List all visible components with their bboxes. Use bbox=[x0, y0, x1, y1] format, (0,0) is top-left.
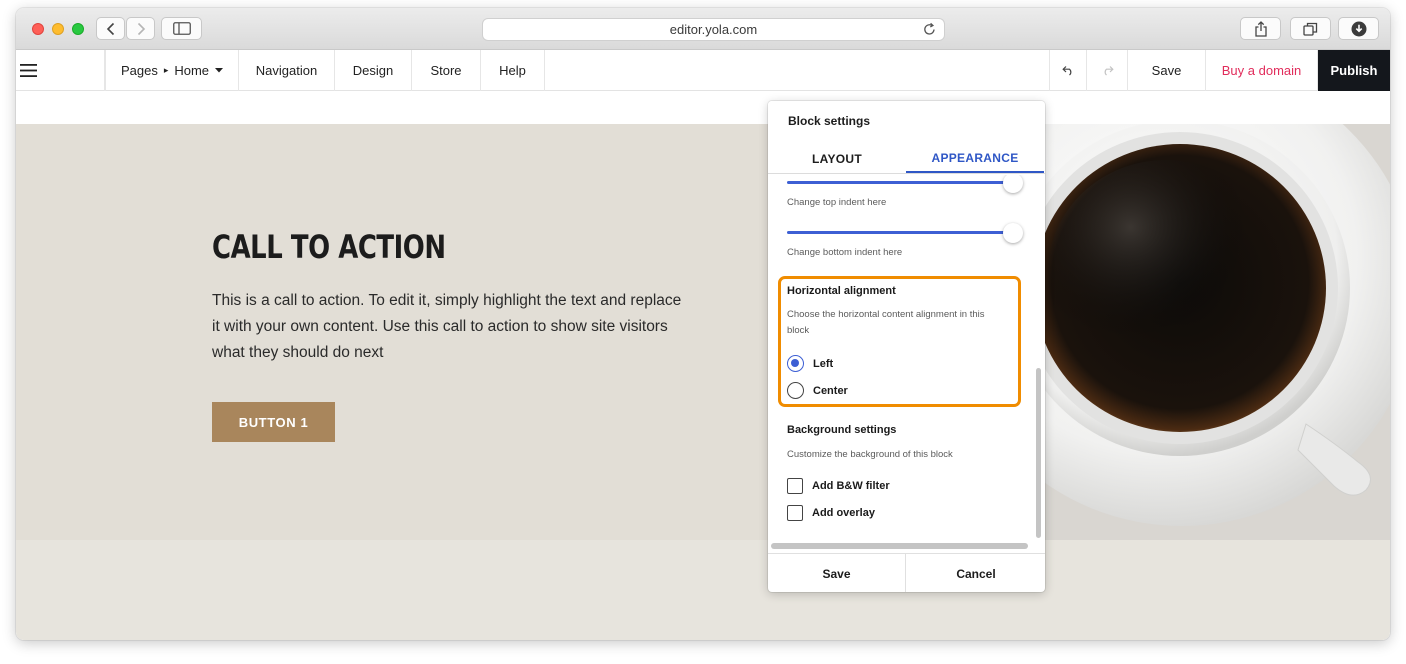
nav-navigation-label: Navigation bbox=[255, 63, 318, 78]
overlay-label: Add overlay bbox=[812, 507, 875, 519]
horizontal-scrollbar[interactable] bbox=[771, 543, 1028, 549]
menu-button[interactable] bbox=[16, 50, 105, 91]
radio-button-selected[interactable] bbox=[787, 355, 804, 372]
download-icon bbox=[1351, 21, 1366, 36]
bottom-indent-hint: Change bottom indent here bbox=[787, 247, 903, 258]
cta-title[interactable]: CALL TO ACTION bbox=[212, 228, 446, 266]
overlay-option[interactable]: Add overlay bbox=[787, 505, 875, 521]
downloads-button[interactable] bbox=[1338, 17, 1379, 40]
undo-button[interactable] bbox=[1049, 50, 1087, 91]
buy-domain-label: Buy a domain bbox=[1221, 63, 1302, 78]
pages-label: Pages bbox=[120, 63, 158, 78]
panel-footer: Save Cancel bbox=[768, 553, 1045, 592]
slider-track bbox=[787, 231, 1005, 234]
nav-store[interactable]: Store bbox=[412, 50, 481, 91]
forward-button[interactable] bbox=[126, 17, 155, 40]
share-icon bbox=[1254, 20, 1267, 37]
slider-track bbox=[787, 181, 1005, 184]
buy-domain-button[interactable]: Buy a domain bbox=[1206, 50, 1318, 91]
redo-icon bbox=[1104, 66, 1114, 76]
bw-filter-option[interactable]: Add B&W filter bbox=[787, 478, 890, 494]
cta-text[interactable]: This is a call to action. To edit it, si… bbox=[212, 288, 692, 366]
current-page-label: Home bbox=[174, 63, 210, 78]
caret-down-icon bbox=[215, 68, 224, 73]
tabs-icon bbox=[1303, 22, 1318, 36]
background-title: Background settings bbox=[787, 424, 897, 436]
minimize-window-button[interactable] bbox=[52, 23, 64, 35]
checkbox[interactable] bbox=[787, 505, 803, 521]
breadcrumb-separator: ▸ bbox=[163, 65, 169, 75]
panel-header: Block settings LAYOUT APPEARANCE bbox=[768, 101, 1045, 174]
hamburger-icon bbox=[20, 64, 37, 77]
redo-button[interactable] bbox=[1087, 50, 1128, 91]
cta-button[interactable]: BUTTON 1 bbox=[212, 402, 335, 442]
top-indent-hint: Change top indent here bbox=[787, 197, 887, 208]
undo-icon bbox=[1061, 66, 1071, 76]
panel-body: Change top indent here Change bottom ind… bbox=[768, 175, 1045, 545]
sidebar-icon bbox=[172, 22, 191, 35]
url-text: editor.yola.com bbox=[669, 22, 758, 37]
panel-cancel-button[interactable]: Cancel bbox=[907, 554, 1045, 592]
reload-icon[interactable] bbox=[922, 22, 937, 37]
save-button[interactable]: Save bbox=[1128, 50, 1206, 91]
page-canvas: CALL TO ACTION This is a call to action.… bbox=[16, 91, 1390, 640]
nav-navigation[interactable]: Navigation bbox=[239, 50, 335, 91]
background-hint: Customize the background of this block bbox=[787, 449, 953, 460]
back-button[interactable] bbox=[96, 17, 125, 40]
next-block bbox=[16, 540, 1390, 640]
publish-button[interactable]: Publish bbox=[1318, 50, 1390, 91]
browser-window: editor.yola.com Pages ▸ Home Navigation … bbox=[16, 8, 1390, 640]
top-indent-slider[interactable] bbox=[787, 175, 1023, 193]
vertical-scrollbar[interactable] bbox=[1036, 368, 1041, 538]
publish-label: Publish bbox=[1330, 63, 1378, 78]
nav-help-label: Help bbox=[499, 63, 526, 78]
slider-thumb[interactable] bbox=[1003, 223, 1023, 243]
bottom-indent-slider[interactable] bbox=[787, 223, 1023, 243]
nav-help[interactable]: Help bbox=[481, 50, 545, 91]
block-settings-panel: Block settings LAYOUT APPEARANCE Change … bbox=[768, 101, 1045, 592]
address-bar[interactable]: editor.yola.com bbox=[482, 18, 945, 41]
alignment-title: Horizontal alignment bbox=[787, 285, 896, 297]
slider-thumb[interactable] bbox=[1003, 175, 1023, 193]
panel-title: Block settings bbox=[788, 114, 871, 128]
zoom-window-button[interactable] bbox=[72, 23, 84, 35]
alignment-center-label: Center bbox=[813, 384, 848, 397]
cta-block[interactable]: CALL TO ACTION This is a call to action.… bbox=[16, 124, 1390, 540]
nav-store-label: Store bbox=[430, 63, 462, 78]
checkbox[interactable] bbox=[787, 478, 803, 494]
editor-top-nav: Pages ▸ Home Navigation Design Store Hel… bbox=[16, 50, 1390, 91]
chevron-right-icon bbox=[137, 22, 145, 35]
radio-button[interactable] bbox=[787, 382, 804, 399]
pages-dropdown[interactable]: Pages ▸ Home bbox=[105, 50, 239, 91]
alignment-left-label: Left bbox=[813, 357, 834, 370]
panel-save-button[interactable]: Save bbox=[768, 554, 906, 592]
nav-design-label: Design bbox=[352, 63, 394, 78]
close-window-button[interactable] bbox=[32, 23, 44, 35]
nav-design[interactable]: Design bbox=[335, 50, 412, 91]
save-label: Save bbox=[1151, 63, 1182, 78]
sidebar-toggle-button[interactable] bbox=[161, 17, 202, 40]
alignment-center-option[interactable]: Center bbox=[787, 382, 848, 399]
share-button[interactable] bbox=[1240, 17, 1281, 40]
browser-titlebar: editor.yola.com bbox=[16, 8, 1390, 50]
alignment-left-option[interactable]: Left bbox=[787, 355, 833, 372]
tab-appearance[interactable]: APPEARANCE bbox=[906, 145, 1044, 173]
alignment-hint: Choose the horizontal content alignment … bbox=[787, 309, 985, 336]
coffee-cup-image bbox=[1006, 124, 1390, 540]
chevron-left-icon bbox=[106, 22, 114, 35]
bw-filter-label: Add B&W filter bbox=[812, 480, 890, 492]
tab-layout[interactable]: LAYOUT bbox=[768, 145, 906, 173]
tabs-overview-button[interactable] bbox=[1290, 17, 1331, 40]
